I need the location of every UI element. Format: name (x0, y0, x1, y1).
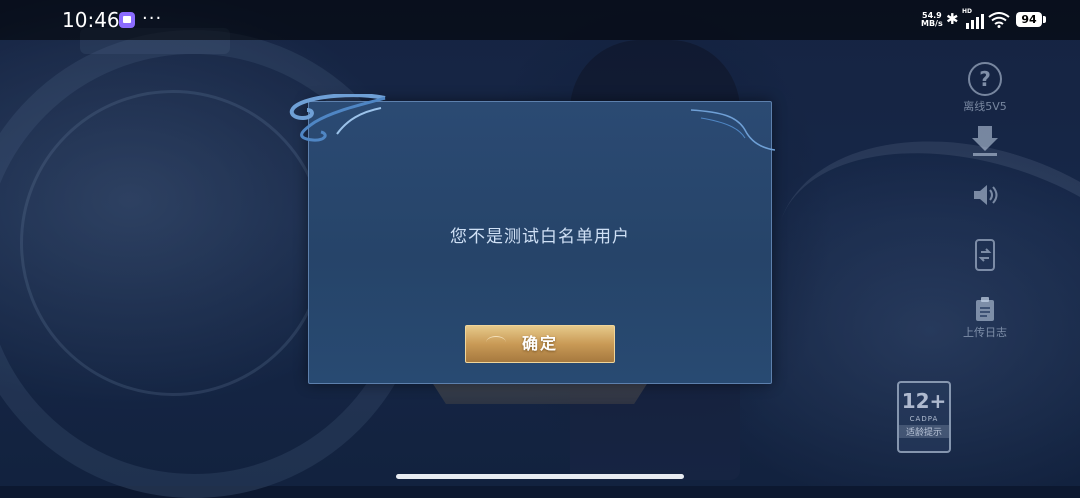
status-bar: 10:46 ··· 54.9 MB/s ✱ HD 94 (0, 0, 1080, 40)
download-button[interactable] (955, 124, 1015, 158)
app-notification-icon (119, 12, 135, 28)
bluetooth-icon: ✱ (946, 10, 959, 28)
more-notifications-indicator: ··· (142, 8, 163, 29)
wifi-icon (988, 12, 1010, 28)
clipboard-icon (976, 297, 994, 321)
age-rating-org: CADPA (909, 415, 939, 423)
confirm-button[interactable]: 确定 (465, 325, 615, 363)
help-icon: ? (968, 62, 1002, 96)
age-rating-number: 12+ (901, 389, 947, 413)
signal-icon (962, 11, 986, 29)
sound-button[interactable] (955, 182, 1015, 208)
upload-log-button[interactable]: 上传日志 (955, 296, 1015, 340)
phone-switch-icon (975, 239, 995, 271)
dialog-corner-ornament (691, 109, 775, 151)
switch-account-button[interactable] (955, 238, 1015, 272)
age-rating-tip: 适龄提示 (899, 425, 949, 438)
battery-icon: 94 (1016, 12, 1046, 27)
alert-dialog: 您不是测试白名单用户 确定 (289, 94, 775, 384)
help-offline-button[interactable]: ? 离线5V5 (955, 62, 1015, 114)
status-time: 10:46 (62, 8, 120, 32)
home-indicator[interactable] (396, 474, 684, 479)
dialog-swirl-ornament (289, 94, 386, 142)
network-speed-unit: MB/s (921, 19, 943, 28)
upload-log-label: 上传日志 (963, 326, 1007, 339)
dialog-message: 您不是测试白名单用户 (450, 227, 630, 247)
help-label: 离线5V5 (963, 100, 1007, 113)
download-icon (972, 126, 998, 156)
network-speed: 54.9 MB/s (921, 12, 943, 28)
sound-icon (974, 185, 998, 205)
age-rating-badge[interactable]: 12+ CADPA 适龄提示 (897, 381, 951, 453)
